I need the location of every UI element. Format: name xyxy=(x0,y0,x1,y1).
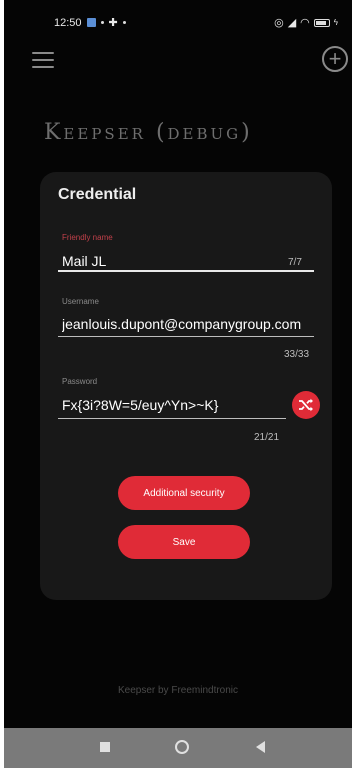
app-title: Keepser (debug) xyxy=(44,120,253,145)
footer-text: Keepser by Freemindtronic xyxy=(117,685,239,696)
name-input-underline xyxy=(58,270,314,272)
status-left: 12:50 ✚ xyxy=(54,16,126,29)
additional-security-button[interactable]: Additional security xyxy=(118,476,250,510)
battery-icon xyxy=(313,18,330,27)
card-title: Credential xyxy=(58,186,137,203)
username-counter: 33/33 xyxy=(284,349,310,360)
signal-icon: ◢ xyxy=(287,17,297,29)
save-button[interactable]: Save xyxy=(118,525,250,559)
notification-dot-icon-2 xyxy=(122,21,126,24)
alarm-icon: ◎ xyxy=(274,17,284,29)
wifi-icon: ◠ xyxy=(300,17,310,29)
password-counter: 21/21 xyxy=(254,432,280,443)
username-field-label: Username xyxy=(62,297,99,306)
app-screen: 12:50 ✚ ◎ ◢ ◠ ϟ + Keepser (debug) Creden… xyxy=(4,0,352,768)
name-field-label: Friendly name xyxy=(62,233,113,242)
shuffle-icon[interactable] xyxy=(292,391,320,419)
name-input[interactable]: Mail JL xyxy=(62,253,312,269)
charging-icon: ϟ xyxy=(333,18,338,27)
username-input-underline xyxy=(58,336,314,337)
password-input-underline xyxy=(58,418,286,419)
status-bar: 12:50 ✚ ◎ ◢ ◠ ϟ xyxy=(4,14,352,34)
password-input[interactable]: Fx{3i?8W=5/euy^Yn>~K} xyxy=(62,397,282,413)
app-notification-icon: ✚ xyxy=(108,17,118,29)
notification-dot-icon xyxy=(100,21,104,24)
shuffle-glyph-icon xyxy=(299,398,313,412)
hamburger-menu-icon[interactable] xyxy=(32,52,54,68)
status-time: 12:50 xyxy=(54,16,82,29)
status-right: ◎ ◢ ◠ ϟ xyxy=(274,16,338,29)
password-field-label: Password xyxy=(62,377,98,386)
notification-icon xyxy=(86,18,96,27)
square-icon[interactable] xyxy=(100,742,110,752)
circle-icon[interactable] xyxy=(175,740,189,754)
username-input[interactable]: jeanlouis.dupont@companygroup.com xyxy=(62,316,314,332)
system-navigation-bar xyxy=(4,728,352,768)
triangle-back-icon[interactable] xyxy=(256,741,265,753)
add-circle-icon[interactable]: + xyxy=(322,46,348,72)
